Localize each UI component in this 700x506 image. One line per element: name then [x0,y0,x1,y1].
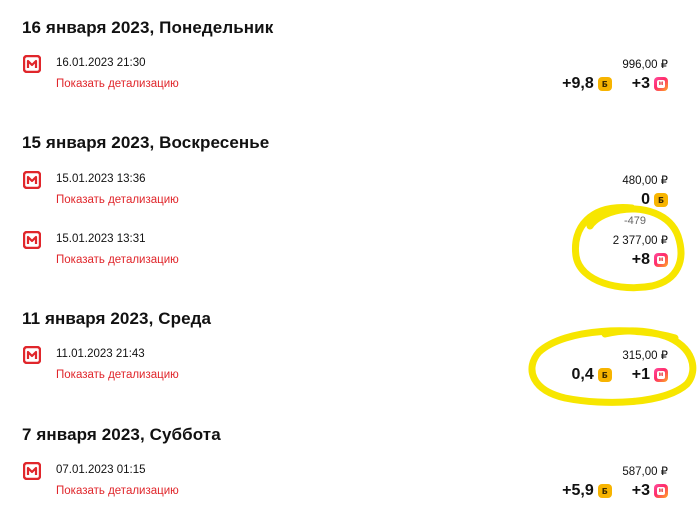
bonus-row: 0,4 Б +1 м [571,366,668,384]
bonus-row: +5,9 Б +3 м [562,482,668,500]
bonus-row: 0 Б [641,191,668,209]
transaction-row[interactable]: 15.01.2023 13:31 Показать детализацию 2 … [0,231,700,281]
magnit-badge-icon: м [654,484,668,498]
transaction-row[interactable]: 07.01.2023 01:15 Показать детализацию 58… [0,462,700,506]
magnit-badge-icon: м [654,77,668,91]
magnit-logo-icon [23,346,41,364]
bonus-coin-icon: Б [597,368,612,382]
transaction-datetime: 07.01.2023 01:15 [56,464,146,476]
day-heading: 7 января 2023, Суббота [22,425,221,444]
bonus-row: +9,8 Б +3 м [562,75,668,93]
transaction-amount: 315,00 ₽ [622,350,668,362]
show-details-link[interactable]: Показать детализацию [56,485,179,497]
transaction-datetime: 15.01.2023 13:31 [56,233,146,245]
magnit-logo-icon [23,231,41,249]
show-details-link[interactable]: Показать детализацию [56,78,179,90]
miles-value: +3 [631,75,650,92]
day-heading: 15 января 2023, Воскресенье [22,133,270,152]
bonus-value: 0 [641,191,650,208]
miles-value: +3 [631,482,650,499]
handwritten-diff-note: -479 [623,215,646,227]
magnit-logo-icon [23,55,41,73]
miles-value: +1 [631,366,650,383]
bonus-value: +9,8 [562,75,594,92]
show-details-link[interactable]: Показать детализацию [56,254,179,266]
magnit-badge-icon: м [654,253,668,267]
transaction-amount: 996,00 ₽ [622,59,668,71]
transaction-row[interactable]: 15.01.2023 13:36 Показать детализацию 48… [0,171,700,221]
transaction-datetime: 16.01.2023 21:30 [56,57,146,69]
day-heading: 16 января 2023, Понедельник [22,18,274,37]
bonus-coin-icon: Б [654,193,668,207]
transaction-row[interactable]: 16.01.2023 21:30 Показать детализацию 99… [0,55,700,105]
bonus-row: +8 м [632,251,668,269]
magnit-logo-icon [23,171,41,189]
transaction-datetime: 11.01.2023 21:43 [56,348,145,360]
transaction-row[interactable]: 11.01.2023 21:43 Показать детализацию 31… [0,346,700,396]
transaction-amount: 2 377,00 ₽ [612,235,668,247]
day-heading: 11 января 2023, Среда [22,309,212,328]
transaction-datetime: 15.01.2023 13:36 [56,173,146,185]
show-details-link[interactable]: Показать детализацию [56,194,179,206]
magnit-badge-icon: м [654,368,668,382]
bonus-coin-icon: Б [597,77,612,91]
bonus-value: 0,4 [571,366,594,383]
bonus-value: +5,9 [562,482,594,499]
magnit-logo-icon [23,462,41,480]
transaction-amount: 480,00 ₽ [622,175,668,187]
bonus-coin-icon: Б [597,484,612,498]
miles-value: +8 [631,251,650,268]
transaction-amount: 587,00 ₽ [622,466,668,478]
purchase-history: 16 января 2023, Понедельник 16.01.2023 2… [0,0,700,506]
show-details-link[interactable]: Показать детализацию [56,369,179,381]
